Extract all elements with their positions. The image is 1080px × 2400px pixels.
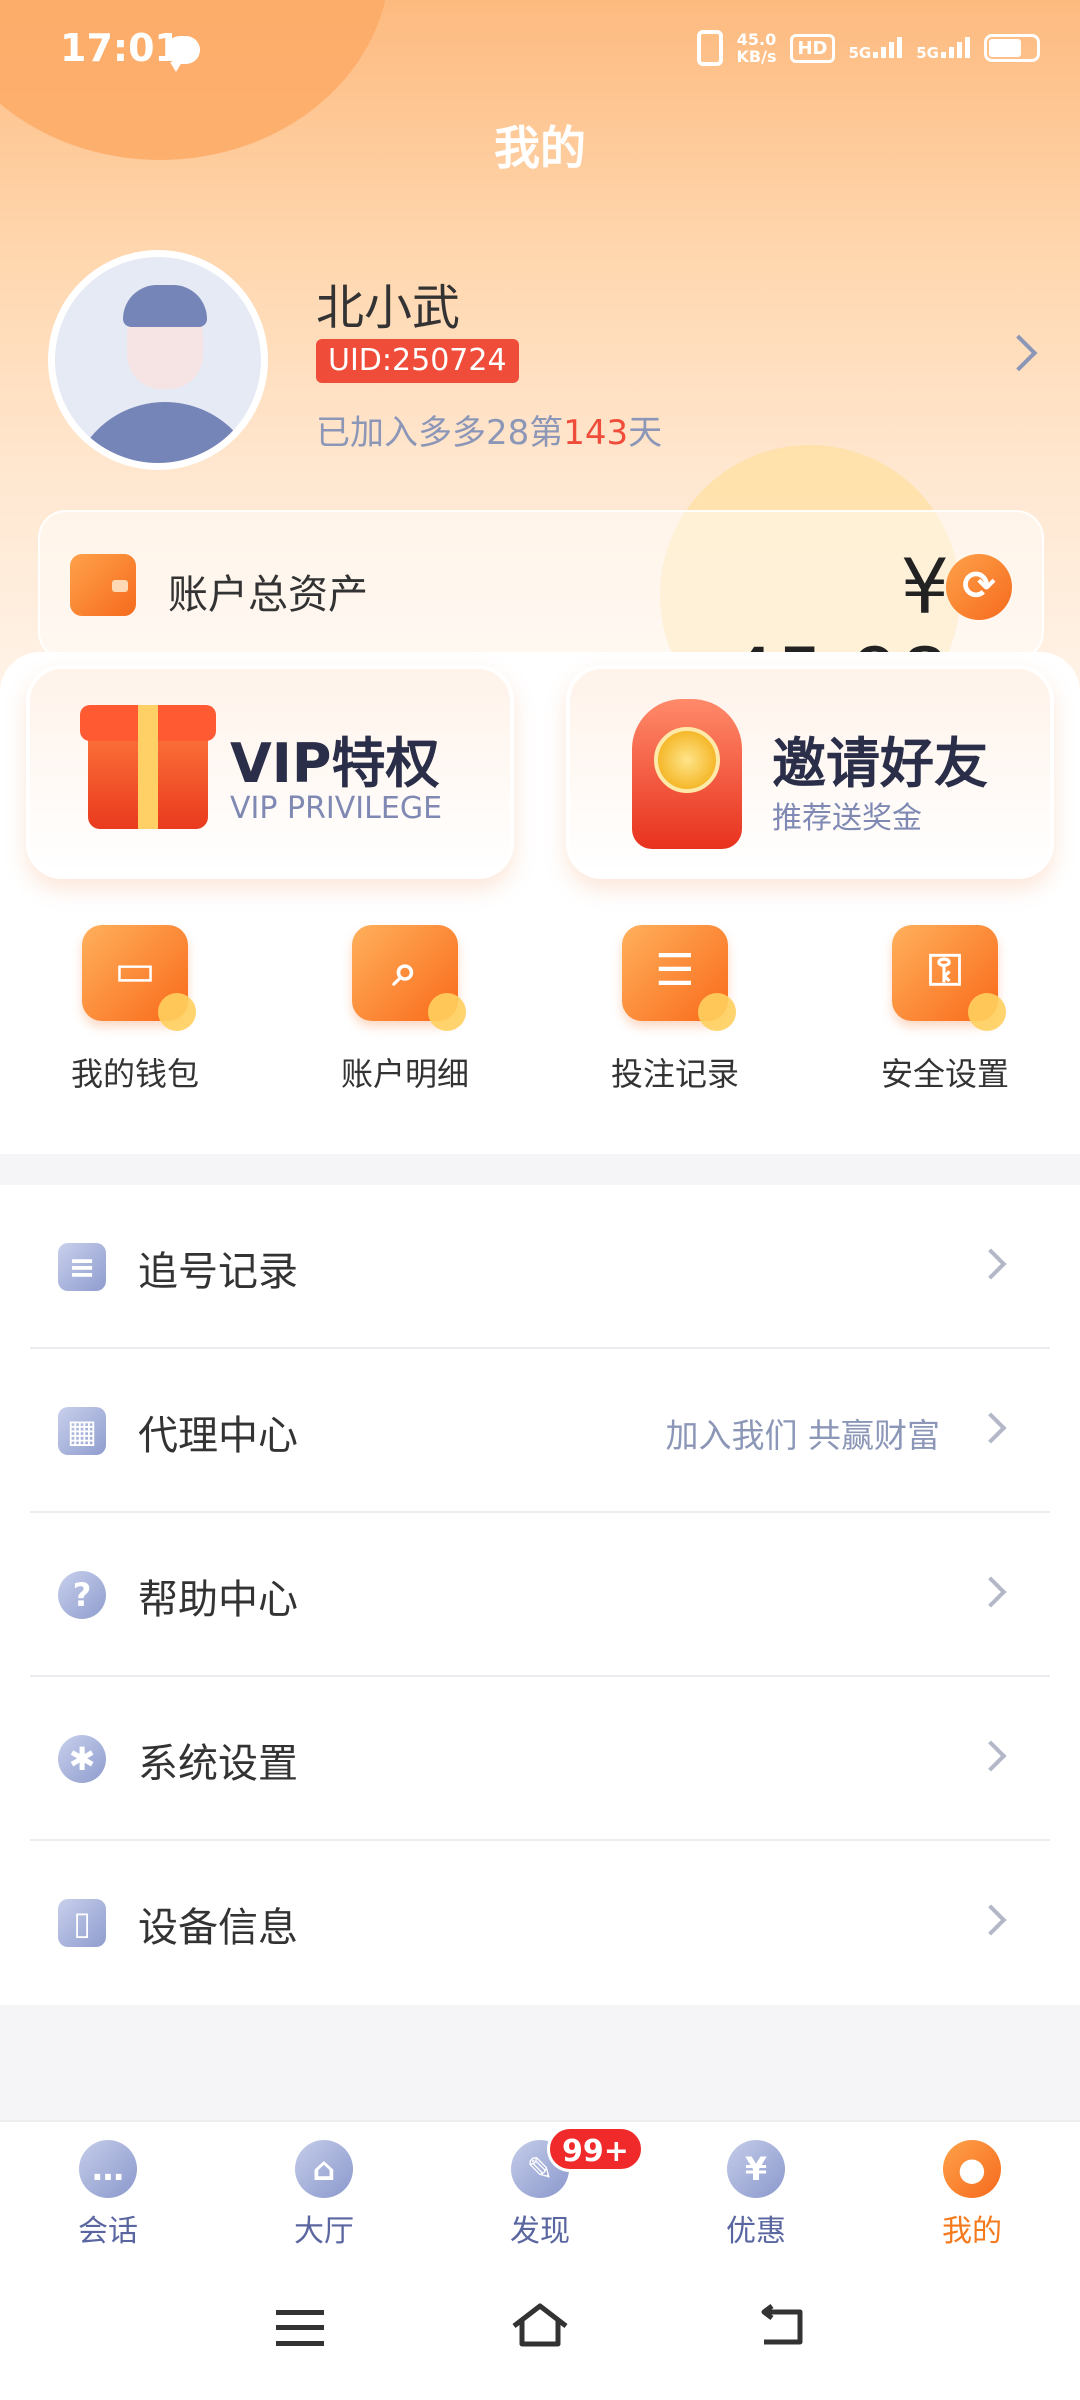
- network-speed-unit: KB/s: [736, 47, 777, 66]
- bottom-tab-bar: … 会话 ⌂ 大厅 ✎ 99+ 发现 ¥ 优惠 ● 我的: [0, 2120, 1080, 2260]
- tab-label: 优惠: [726, 2214, 786, 2249]
- tab-hall[interactable]: ⌂ 大厅: [216, 2140, 432, 2250]
- tab-label: 大厅: [294, 2214, 354, 2249]
- invite-friends-card[interactable]: 邀请好友 推荐送奖金: [566, 665, 1054, 879]
- status-bar: 17:01 45.0 KB/s HD 5G 5G: [0, 0, 1080, 100]
- wallet-icon: [70, 554, 136, 616]
- tab-label: 会话: [78, 2214, 138, 2249]
- quick-action-wallet[interactable]: ▭ 我的钱包: [0, 925, 270, 1125]
- joined-days-text: 已加入多多28第143天: [316, 413, 663, 453]
- chevron-right-icon: [975, 1740, 1007, 1772]
- tab-mine[interactable]: ● 我的: [864, 2140, 1080, 2250]
- system-icons: 45.0 KB/s HD 5G 5G: [696, 30, 1040, 66]
- quick-action-label: 账户明细: [340, 1055, 469, 1093]
- uid-badge: UID:250724: [316, 339, 519, 383]
- signal-icon: 5G: [849, 36, 903, 61]
- joined-days-count: 143: [563, 413, 629, 453]
- quick-action-security[interactable]: ⚿ 安全设置: [810, 925, 1080, 1125]
- help-icon: ?: [58, 1571, 106, 1619]
- status-time: 17:01: [60, 26, 181, 70]
- quick-action-label: 投注记录: [610, 1055, 739, 1093]
- sim1-label: 5G: [848, 43, 872, 62]
- quick-action-label: 安全设置: [880, 1055, 1009, 1093]
- tab-offers[interactable]: ¥ 优惠: [648, 2140, 864, 2250]
- promo-subtitle: 推荐送奖金: [772, 801, 922, 836]
- menu-item-label: 追号记录: [138, 1249, 298, 1295]
- home-icon[interactable]: [510, 2300, 570, 2350]
- notification-badge: 99+: [547, 2126, 644, 2172]
- chat-icon: …: [79, 2140, 137, 2198]
- promo-subtitle: VIP PRIVILEGE: [230, 791, 443, 826]
- system-nav-bar: [0, 2260, 1080, 2400]
- account-assets-card: 账户总资产 ¥ 45.98 ⟳: [38, 510, 1044, 720]
- device-icon: ▯: [58, 1899, 106, 1947]
- coin-hand-icon: [632, 699, 742, 849]
- menu-item-label: 系统设置: [138, 1741, 298, 1787]
- menu-item-label: 设备信息: [138, 1905, 298, 1951]
- qr-code-icon: ▦: [58, 1407, 106, 1455]
- discover-icon: ✎ 99+: [511, 2126, 644, 2198]
- settings-menu: ≡ 追号记录 ▦ 代理中心 加入我们 共赢财富 ? 帮助中心 ✱ 系统设置 ▯ …: [0, 1185, 1080, 2005]
- vip-privilege-card[interactable]: VIP特权 VIP PRIVILEGE: [26, 665, 514, 879]
- promo-title: VIP特权: [230, 732, 440, 795]
- wallet-icon: ▭: [82, 925, 196, 1031]
- menu-item-device-info[interactable]: ▯ 设备信息: [30, 1841, 1050, 2005]
- profile-icon: ●: [943, 2140, 1001, 2198]
- tab-discover[interactable]: ✎ 99+ 发现: [432, 2126, 648, 2250]
- document-icon: ≡: [58, 1243, 106, 1291]
- menu-item-help-center[interactable]: ? 帮助中心: [30, 1513, 1050, 1677]
- chevron-right-icon: [975, 1412, 1007, 1444]
- message-notification-icon: [166, 36, 200, 72]
- assets-label: 账户总资产: [168, 572, 368, 618]
- back-icon[interactable]: [756, 2304, 806, 2348]
- menu-item-label: 帮助中心: [138, 1577, 298, 1623]
- refresh-icon[interactable]: ⟳: [946, 554, 1012, 620]
- gear-icon: ✱: [58, 1735, 106, 1783]
- chevron-right-icon: [975, 1248, 1007, 1280]
- battery-icon: [984, 34, 1040, 62]
- chevron-right-icon: [975, 1904, 1007, 1936]
- menu-item-label: 代理中心: [138, 1413, 298, 1459]
- signal-icon: 5G: [916, 36, 970, 61]
- menu-item-hint: 加入我们 共赢财富: [665, 1416, 941, 1455]
- promo-title: 邀请好友: [772, 732, 988, 795]
- chevron-right-icon: [975, 1576, 1007, 1608]
- key-icon: ⚿: [892, 925, 1006, 1031]
- avatar[interactable]: [48, 250, 268, 470]
- hall-icon: ⌂: [295, 2140, 353, 2198]
- hd-icon: HD: [790, 33, 835, 63]
- menu-item-chase-records[interactable]: ≡ 追号记录: [30, 1185, 1050, 1349]
- magnifier-icon: ⌕: [352, 925, 466, 1031]
- menu-item-system-settings[interactable]: ✱ 系统设置: [30, 1677, 1050, 1841]
- gift-box-icon: [80, 705, 216, 829]
- network-speed: 45.0 KB/s: [737, 31, 777, 65]
- sim2-label: 5G: [916, 43, 939, 62]
- quick-action-account-details[interactable]: ⌕ 账户明细: [270, 925, 540, 1125]
- quick-action-bet-records[interactable]: ☰ 投注记录: [540, 925, 810, 1125]
- ticket-icon: ☰: [622, 925, 736, 1031]
- tab-label: 我的: [942, 2214, 1002, 2249]
- user-name: 北小武: [316, 280, 461, 336]
- tab-chat[interactable]: … 会话: [0, 2140, 216, 2250]
- menu-item-agent-center[interactable]: ▦ 代理中心 加入我们 共赢财富: [30, 1349, 1050, 1513]
- quick-action-label: 我的钱包: [70, 1055, 199, 1093]
- tab-label: 发现: [510, 2214, 570, 2249]
- coupon-icon: ¥: [727, 2140, 785, 2198]
- page-title: 我的: [494, 121, 586, 175]
- vibrate-icon: [696, 30, 723, 66]
- recent-apps-icon[interactable]: [276, 2310, 324, 2346]
